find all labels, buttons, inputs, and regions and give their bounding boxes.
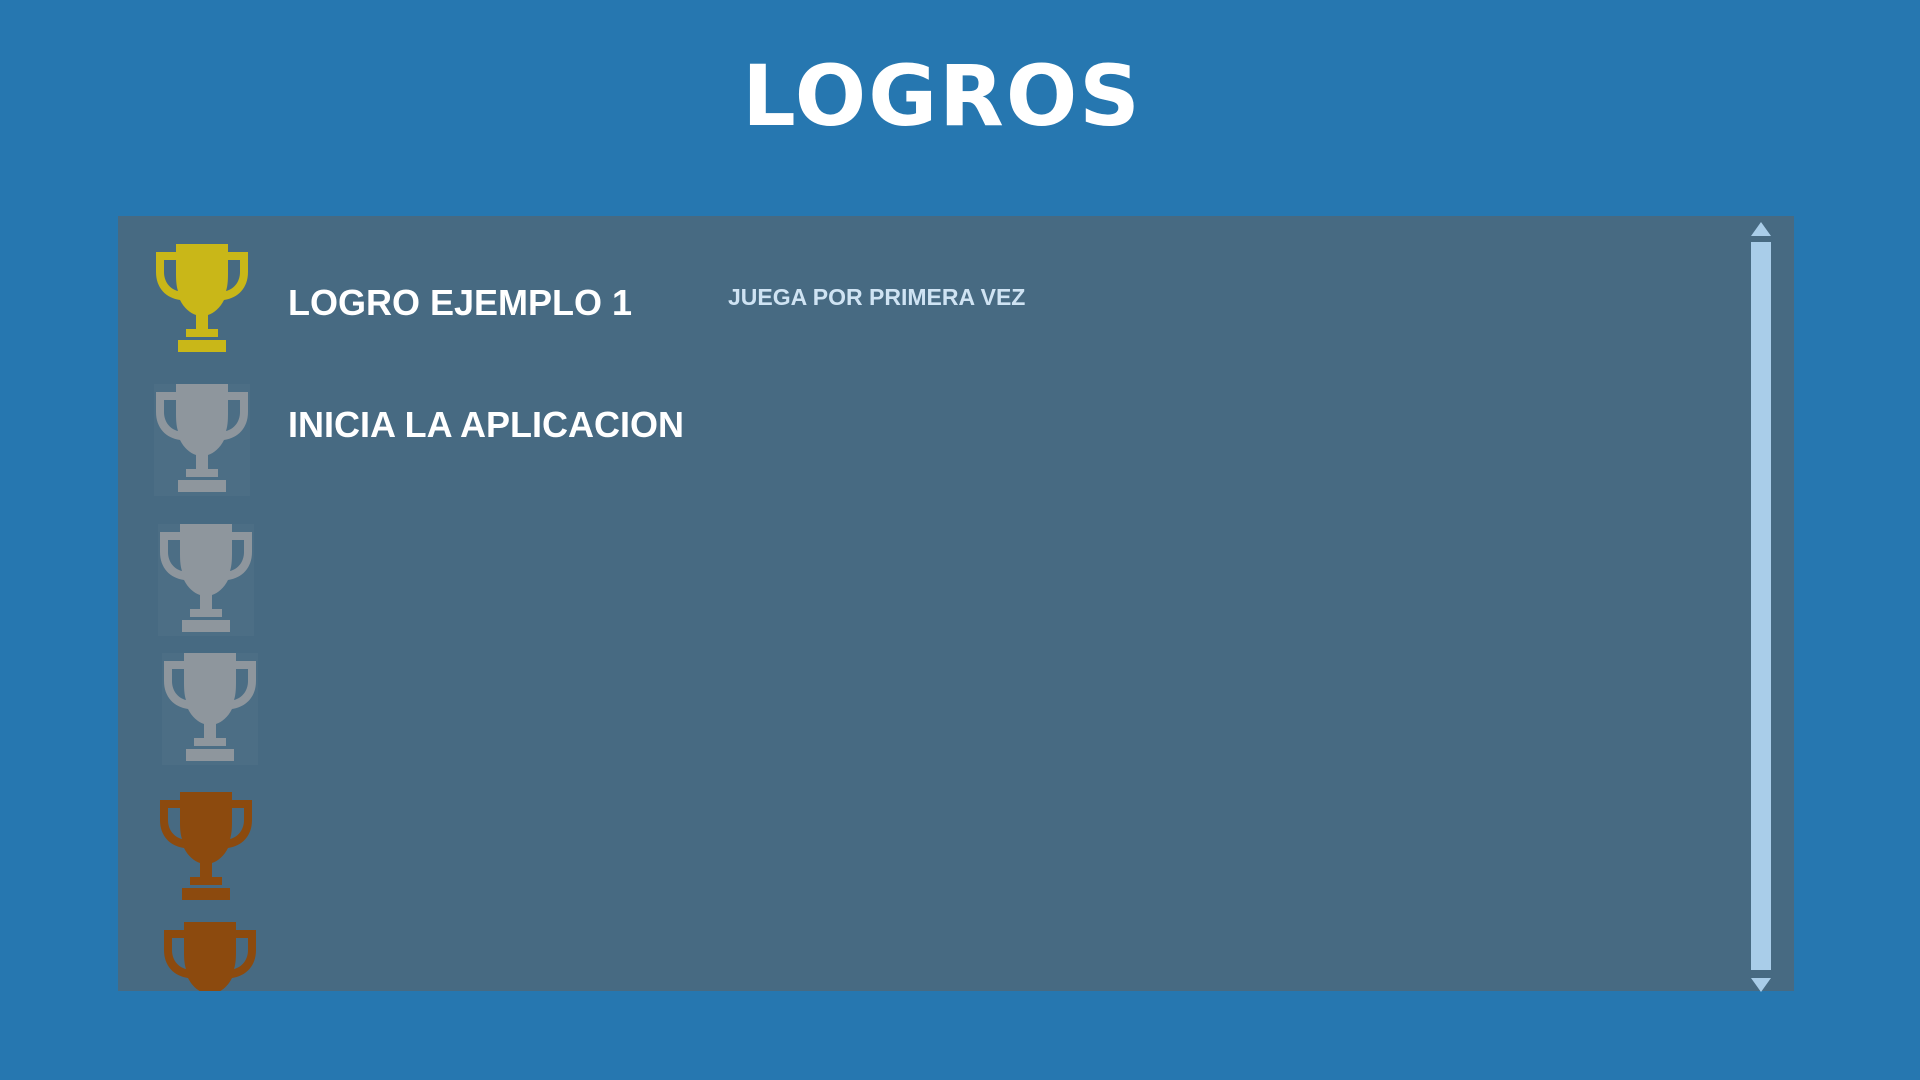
gold-trophy-icon — [154, 244, 250, 356]
achievement-description: JUEGA POR PRIMERA VEZ — [728, 284, 1026, 310]
achievement-row[interactable] — [118, 922, 1718, 991]
bronze-trophy-icon — [162, 922, 258, 991]
scroll-up-arrow-icon[interactable] — [1751, 222, 1771, 236]
silver-trophy-icon — [154, 384, 250, 496]
achievement-name: INICIA LA APLICACION — [288, 404, 684, 445]
achievement-row[interactable] — [118, 792, 1718, 912]
achievement-row[interactable] — [118, 653, 1718, 773]
silver-trophy-icon — [162, 653, 258, 765]
bronze-trophy-icon — [158, 792, 254, 904]
scroll-thumb[interactable] — [1751, 242, 1771, 970]
achievements-list[interactable]: LOGRO EJEMPLO 1 JUEGA POR PRIMERA VEZ IN… — [118, 216, 1794, 991]
achievement-row[interactable]: INICIA LA APLICACION — [118, 384, 1718, 504]
scroll-down-arrow-icon[interactable] — [1751, 978, 1771, 992]
achievement-row[interactable]: LOGRO EJEMPLO 1 JUEGA POR PRIMERA VEZ — [118, 244, 1718, 364]
achievements-screen: LOGROS LOGRO EJEMPLO 1 JUEGA POR PRIMERA… — [0, 0, 1920, 1080]
achievement-row[interactable] — [118, 524, 1718, 644]
page-title: LOGROS — [742, 47, 1142, 145]
vertical-scrollbar[interactable] — [1748, 222, 1774, 992]
silver-trophy-icon — [158, 524, 254, 636]
achievement-name: LOGRO EJEMPLO 1 — [288, 282, 633, 323]
